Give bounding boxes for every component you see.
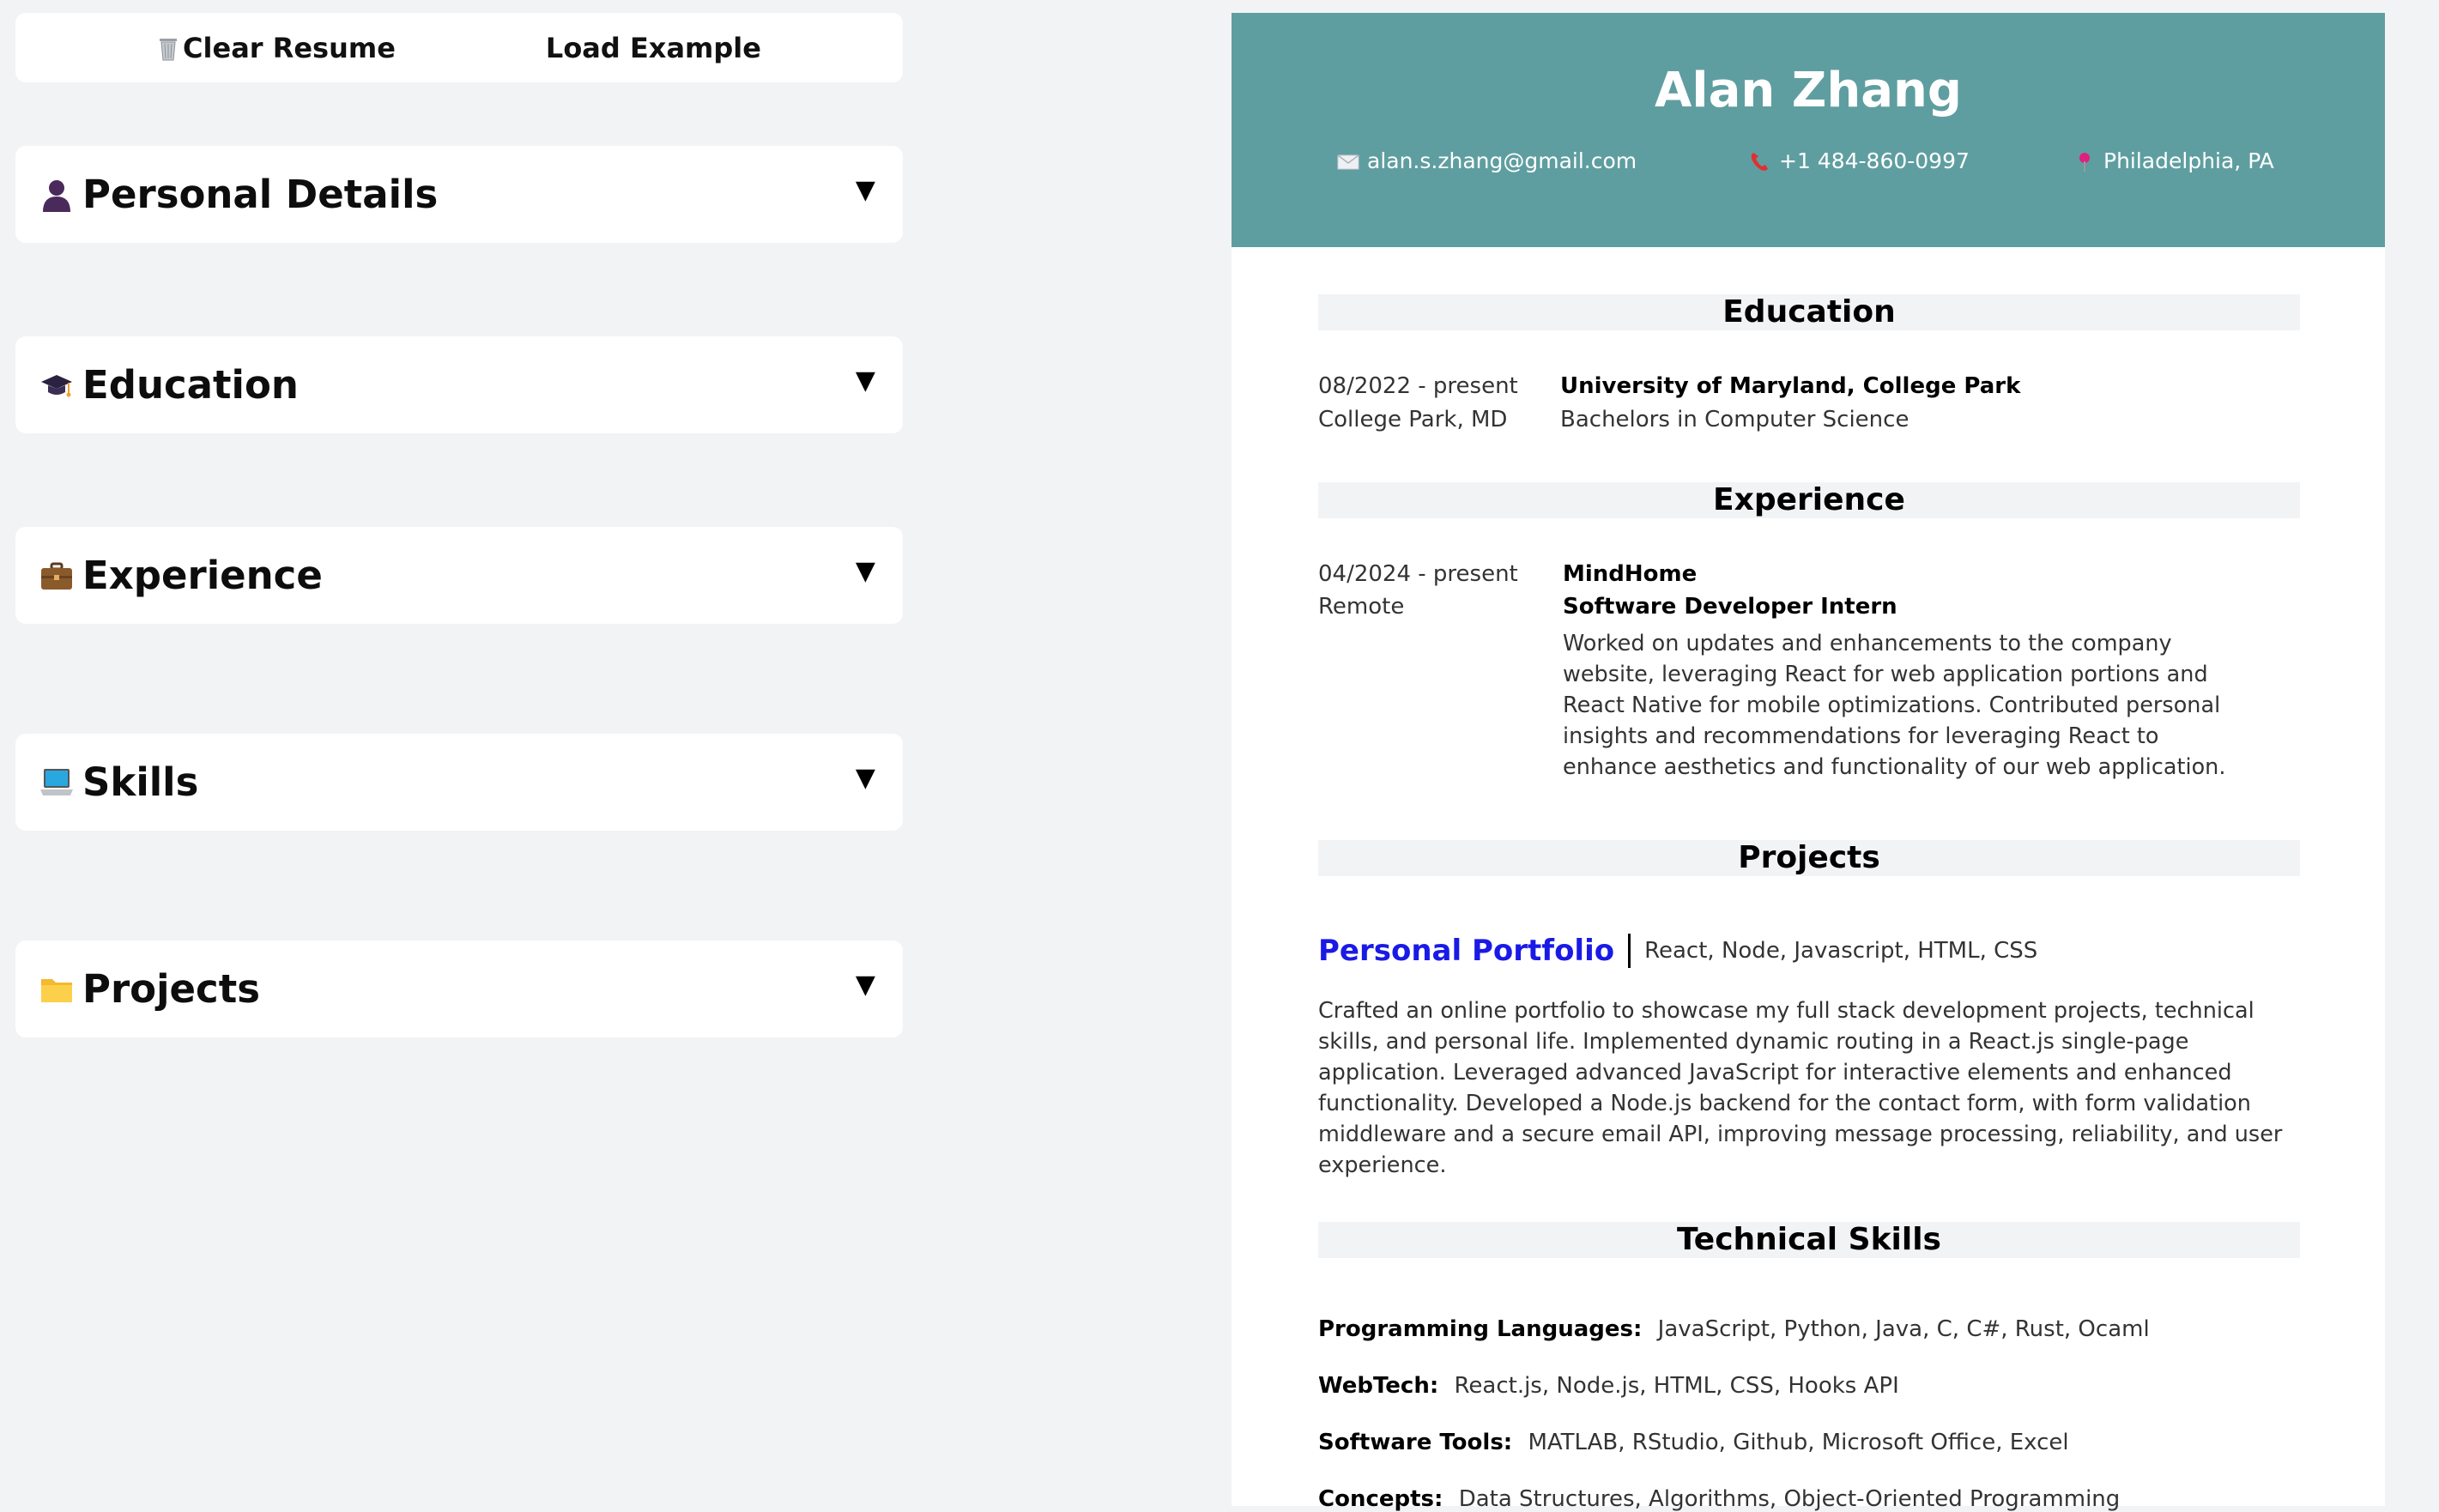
- email-text: alan.s.zhang@gmail.com: [1367, 148, 1637, 173]
- projects-heading: Projects: [1318, 840, 2300, 876]
- section-experience[interactable]: Experience ▼: [15, 527, 903, 624]
- section-education[interactable]: Education ▼: [15, 336, 903, 433]
- load-example-button[interactable]: Load Example: [546, 32, 761, 64]
- skills-label: WebTech:: [1318, 1373, 1439, 1399]
- skills-value: Data Structures, Algorithms, Object-Orie…: [1458, 1486, 2121, 1512]
- skills-value: React.js, Node.js, HTML, CSS, Hooks API: [1454, 1373, 1899, 1399]
- chevron-down-icon[interactable]: ▼: [856, 763, 875, 793]
- contact-phone: +1 484-860-0997: [1748, 148, 1970, 173]
- resume-header: Alan Zhang alan.s.zhang@gmail.com +1 484…: [1232, 13, 2385, 247]
- resume-preview: Alan Zhang alan.s.zhang@gmail.com +1 484…: [1232, 13, 2385, 1512]
- skills-row: Concepts: Data Structures, Algorithms, O…: [1318, 1486, 2120, 1512]
- project-link[interactable]: Personal Portfolio: [1318, 934, 1614, 968]
- project-description: Crafted an online portfolio to showcase …: [1318, 998, 2283, 1178]
- education-heading: Education: [1318, 294, 2300, 330]
- clear-resume-label: Clear Resume: [183, 31, 396, 64]
- education-school: University of Maryland, College Park: [1560, 373, 2021, 399]
- location-text: Philadelphia, PA: [2103, 148, 2274, 173]
- skills-label: Concepts:: [1318, 1486, 1443, 1512]
- skills-value: JavaScript, Python, Java, C, C#, Rust, O…: [1657, 1316, 2150, 1342]
- chevron-down-icon[interactable]: ▼: [856, 366, 875, 396]
- section-title: Skills: [82, 759, 199, 805]
- bust-icon: [39, 178, 74, 212]
- contact-location: Philadelphia, PA: [2073, 148, 2274, 173]
- section-skills[interactable]: Skills ▼: [15, 734, 903, 831]
- phone-text: +1 484-860-0997: [1779, 148, 1970, 173]
- skills-label: Programming Languages:: [1318, 1316, 1643, 1342]
- load-example-label: Load Example: [545, 31, 761, 64]
- education-dates: 08/2022 - present: [1318, 373, 1518, 399]
- project-divider: [1628, 934, 1631, 968]
- envelope-icon: [1337, 154, 1359, 169]
- chevron-down-icon[interactable]: ▼: [856, 970, 875, 1000]
- education-place: College Park, MD: [1318, 407, 1508, 432]
- chevron-down-icon[interactable]: ▼: [856, 556, 875, 586]
- skills-value: MATLAB, RStudio, Github, Microsoft Offic…: [1528, 1430, 2069, 1455]
- skills-heading: Technical Skills: [1318, 1222, 2300, 1258]
- briefcase-icon: [39, 559, 74, 593]
- section-title: Projects: [82, 966, 261, 1012]
- clear-resume-button[interactable]: Clear Resume: [157, 32, 396, 64]
- graduation-cap-icon: [39, 368, 74, 402]
- skills-label: Software Tools:: [1318, 1430, 1513, 1455]
- section-projects[interactable]: Projects ▼: [15, 940, 903, 1037]
- experience-dates: 04/2024 - present: [1318, 561, 1518, 587]
- section-title: Experience: [82, 553, 323, 598]
- resume-toolbar: Clear Resume Load Example: [15, 13, 903, 82]
- chevron-down-icon[interactable]: ▼: [856, 175, 875, 205]
- education-degree: Bachelors in Computer Science: [1560, 407, 1909, 432]
- experience-place: Remote: [1318, 594, 1405, 620]
- skills-row: Programming Languages: JavaScript, Pytho…: [1318, 1316, 2150, 1342]
- resume-name: Alan Zhang: [1655, 63, 1962, 118]
- section-title: Personal Details: [82, 172, 439, 217]
- wastebasket-icon: [157, 35, 179, 61]
- laptop-icon: [39, 765, 74, 800]
- contact-email: alan.s.zhang@gmail.com: [1336, 148, 1637, 173]
- experience-heading: Experience: [1318, 482, 2300, 518]
- experience-company: MindHome: [1563, 561, 1698, 587]
- skills-row: Software Tools: MATLAB, RStudio, Github,…: [1318, 1430, 2069, 1455]
- editor-panel: Clear Resume Load Example Personal Detai…: [15, 13, 903, 1037]
- folder-icon: [39, 972, 74, 1007]
- phone-icon: [1751, 152, 1768, 171]
- skills-row: WebTech: React.js, Node.js, HTML, CSS, H…: [1318, 1373, 1899, 1399]
- experience-description: Worked on updates and enhancements to th…: [1563, 631, 2226, 780]
- project-tech: React, Node, Javascript, HTML, CSS: [1644, 938, 2038, 964]
- experience-role: Software Developer Intern: [1563, 594, 1897, 620]
- project-title-row: Personal Portfolio React, Node, Javascri…: [1318, 934, 2037, 968]
- pin-icon: [2079, 152, 2090, 172]
- section-title: Education: [82, 362, 299, 408]
- section-personal-details[interactable]: Personal Details ▼: [15, 146, 903, 243]
